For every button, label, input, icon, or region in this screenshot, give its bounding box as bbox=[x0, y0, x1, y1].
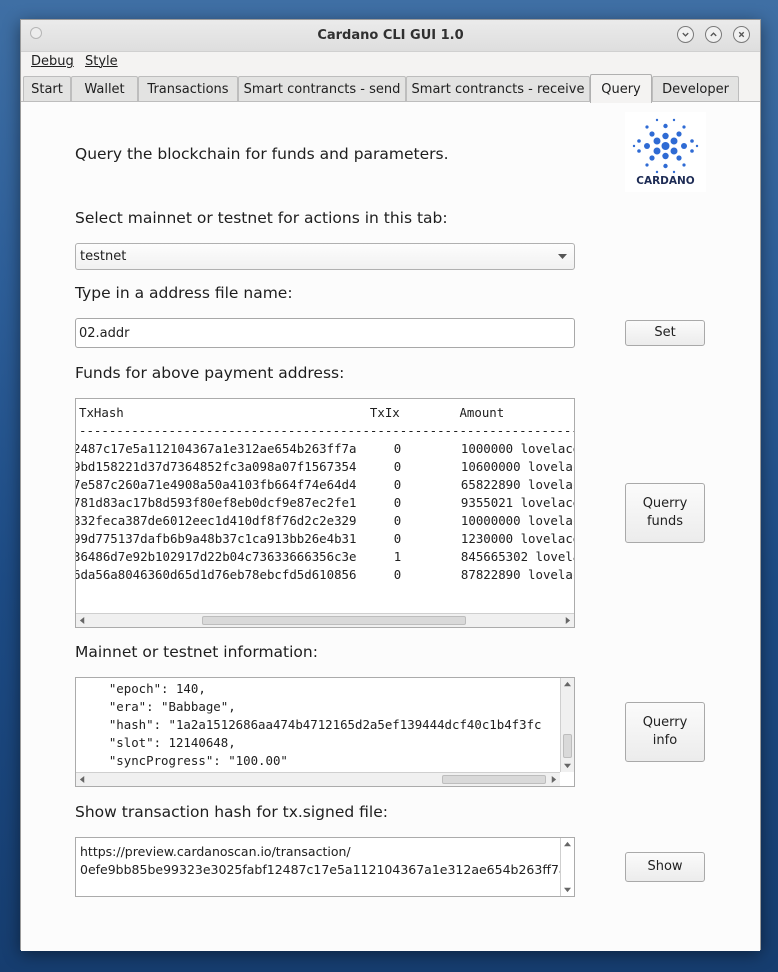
info-text-area[interactable]: "epoch": 140, "era": "Babbage", "hash": … bbox=[75, 677, 575, 787]
funds-table[interactable]: TxHash TxIx Amount ---------------------… bbox=[75, 398, 575, 628]
app-window: Cardano CLI GUI 1.0 Debug Style Start Wa… bbox=[20, 19, 761, 951]
tab-transactions[interactable]: Transactions bbox=[138, 76, 238, 102]
tab-query[interactable]: Query bbox=[590, 74, 652, 103]
window-title: Cardano CLI GUI 1.0 bbox=[317, 28, 464, 43]
funds-row: 7e587c260a71e4908a50a4103fb664f74e64d4 0… bbox=[75, 477, 575, 492]
scroll-right-icon[interactable] bbox=[561, 614, 574, 627]
set-button[interactable]: Set bbox=[625, 320, 705, 346]
query-funds-button-label: Querry funds bbox=[642, 496, 688, 529]
tab-smart-contracts-send[interactable]: Smart contrancts - send bbox=[238, 76, 406, 102]
network-select[interactable]: testnet bbox=[75, 243, 575, 270]
cardano-logo: CARDANO bbox=[625, 112, 706, 192]
address-input[interactable]: 02.addr bbox=[75, 318, 575, 348]
funds-row: 6da56a8046360d65d1d76eb78ebcfd5d610856 0… bbox=[75, 567, 575, 582]
tx-line: 0efe9bb85be99323e3025fabf12487c17e5a1121… bbox=[80, 862, 567, 877]
minimize-icon[interactable] bbox=[677, 26, 694, 43]
funds-row: 36486d7e92b102917d22b04c73633666356c3e 1… bbox=[75, 549, 575, 564]
tab-bar: Start Wallet Transactions Smart contranc… bbox=[21, 74, 760, 103]
funds-row: 99d775137dafb6b9a48b37c1ca913bb26e4b31 0… bbox=[75, 531, 575, 546]
info-line: "syncProgress": "100.00" bbox=[79, 753, 288, 768]
info-hscroll-thumb[interactable] bbox=[442, 775, 546, 784]
funds-row: 9bd158221d37d7364852fc3a098a07f1567354 0… bbox=[75, 459, 575, 474]
info-line: "era": "Babbage", bbox=[79, 699, 236, 714]
info-line: "epoch": 140, bbox=[79, 681, 206, 696]
funds-table-header: TxHash TxIx Amount bbox=[79, 405, 505, 420]
tab-smart-contracts-receive[interactable]: Smart contrancts - receive bbox=[406, 76, 590, 102]
address-label: Type in a address file name: bbox=[75, 284, 293, 302]
info-line: "hash": "1a2a1512686aa474b4712165d2a5ef1… bbox=[79, 717, 542, 732]
page-heading: Query the blockchain for funds and param… bbox=[75, 145, 449, 163]
scroll-up-icon[interactable] bbox=[561, 838, 574, 851]
tab-developer[interactable]: Developer bbox=[652, 76, 739, 102]
funds-horizontal-scrollbar[interactable] bbox=[76, 613, 574, 627]
scroll-up-icon[interactable] bbox=[561, 678, 574, 691]
info-horizontal-scrollbar[interactable] bbox=[76, 772, 560, 786]
close-icon[interactable] bbox=[733, 26, 750, 43]
query-info-button-label: Querry info bbox=[642, 715, 688, 748]
show-button[interactable]: Show bbox=[625, 852, 705, 882]
network-label: Select mainnet or testnet for actions in… bbox=[75, 209, 448, 227]
query-funds-button[interactable]: Querry funds bbox=[625, 483, 705, 543]
cardano-logo-text: CARDANO bbox=[636, 175, 695, 187]
tx-label: Show transaction hash for tx.signed file… bbox=[75, 803, 388, 821]
tab-start[interactable]: Start bbox=[23, 76, 71, 102]
title-bar[interactable]: Cardano CLI GUI 1.0 bbox=[21, 20, 760, 52]
query-tab-pane: Query the blockchain for funds and param… bbox=[21, 101, 760, 951]
tab-wallet[interactable]: Wallet bbox=[71, 76, 138, 102]
info-scroll-thumb[interactable] bbox=[563, 734, 572, 758]
funds-row: 332feca387de6012eec1d410df8f76d2c2e329 0… bbox=[75, 513, 575, 528]
scroll-right-icon[interactable] bbox=[547, 773, 560, 786]
maximize-icon[interactable] bbox=[705, 26, 722, 43]
funds-row: 2487c17e5a112104367a1e312ae654b263ff7a 0… bbox=[75, 441, 575, 456]
scroll-left-icon[interactable] bbox=[76, 773, 89, 786]
network-select-value: testnet bbox=[80, 249, 127, 264]
menu-bar: Debug Style bbox=[21, 52, 760, 74]
chevron-down-icon bbox=[558, 254, 567, 259]
tx-hash-text-area[interactable]: https://preview.cardanoscan.io/transacti… bbox=[75, 837, 575, 897]
scroll-left-icon[interactable] bbox=[76, 614, 89, 627]
funds-row: 781d83ac17b8d593f80ef8eb0dcf9e87ec2fe1 0… bbox=[75, 495, 575, 510]
funds-scroll-thumb[interactable] bbox=[202, 616, 466, 625]
menu-style[interactable]: Style bbox=[85, 54, 118, 69]
scroll-down-icon[interactable] bbox=[561, 759, 574, 772]
tx-vertical-scrollbar[interactable] bbox=[560, 838, 574, 896]
query-info-button[interactable]: Querry info bbox=[625, 702, 705, 762]
funds-label: Funds for above payment address: bbox=[75, 364, 345, 382]
menu-debug[interactable]: Debug bbox=[31, 54, 74, 69]
info-label: Mainnet or testnet information: bbox=[75, 643, 318, 661]
info-line: "slot": 12140648, bbox=[79, 735, 236, 750]
info-vertical-scrollbar[interactable] bbox=[560, 678, 574, 772]
funds-table-separator: ----------------------------------------… bbox=[79, 423, 574, 438]
address-input-value: 02.addr bbox=[79, 326, 130, 341]
scroll-down-icon[interactable] bbox=[561, 883, 574, 896]
cardano-logo-mark bbox=[632, 118, 699, 174]
tx-line: https://preview.cardanoscan.io/transacti… bbox=[80, 844, 351, 859]
